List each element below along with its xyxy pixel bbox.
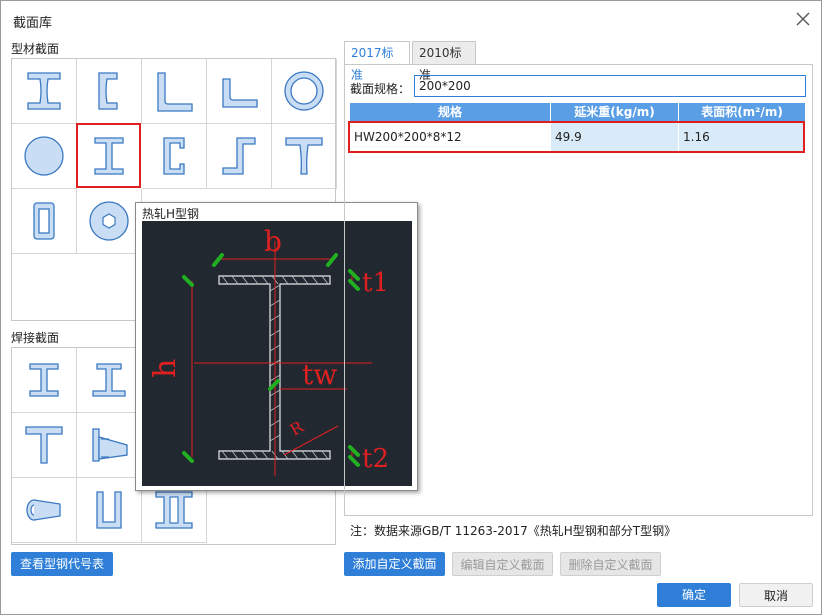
- z-section-cell[interactable]: [207, 124, 272, 189]
- delete-custom-section-button: 删除自定义截面: [560, 552, 661, 576]
- label-h: h: [148, 359, 183, 378]
- cancel-button[interactable]: 取消: [739, 583, 813, 607]
- label-r: R: [287, 417, 308, 440]
- c-channel-cell[interactable]: [142, 124, 207, 189]
- channel-icon: [98, 72, 118, 110]
- add-custom-section-button[interactable]: 添加自定义截面: [344, 552, 445, 576]
- welded-double-i-icon: [155, 491, 193, 529]
- column-header-spec[interactable]: 规格: [350, 103, 550, 122]
- welded-i-icon: [29, 363, 59, 397]
- equal-angle-icon: [157, 72, 193, 112]
- view-code-table-button[interactable]: 查看型钢代号表: [11, 552, 113, 576]
- hot-rolled-h-icon: [93, 136, 124, 175]
- channel-cell[interactable]: [77, 59, 142, 124]
- tab-2010-standard[interactable]: 2010标准: [412, 41, 476, 82]
- welded-cone-cell[interactable]: [12, 478, 77, 543]
- profile-section-label: 型材截面: [11, 42, 60, 56]
- z-section-icon: [222, 137, 256, 175]
- label-tw: tw: [302, 358, 337, 391]
- welded-t-icon: [25, 426, 63, 464]
- spec-filter-input[interactable]: 200*200: [414, 75, 806, 97]
- h-beam-icon: [27, 72, 61, 110]
- label-b: b: [264, 225, 282, 258]
- welded-i-cell[interactable]: [12, 348, 77, 413]
- hex-bar-cell[interactable]: [77, 189, 142, 254]
- pipe-cell[interactable]: [272, 59, 337, 124]
- dialog-title: 截面库: [13, 16, 53, 31]
- welded-tapered-i-icon: [92, 428, 128, 462]
- column-header-area[interactable]: 表面积(m²/m): [679, 103, 805, 122]
- t-section-icon: [285, 137, 323, 175]
- close-icon[interactable]: [794, 10, 812, 28]
- selected-row-highlight: [348, 121, 805, 153]
- hex-bar-icon: [89, 201, 129, 241]
- welded-i-asym-icon: [92, 363, 126, 397]
- h-beam-cell[interactable]: [12, 59, 77, 124]
- c-channel-icon: [163, 137, 185, 175]
- hot-rolled-h-cell[interactable]: [76, 123, 141, 188]
- rect-tube-cell[interactable]: [12, 189, 77, 254]
- preview-title: 热轧H型钢: [142, 207, 200, 221]
- column-header-weight[interactable]: 延米重(kg/m): [551, 103, 678, 122]
- unequal-angle-icon: [222, 78, 258, 108]
- round-bar-icon: [24, 136, 64, 176]
- unequal-angle-cell[interactable]: [207, 59, 272, 124]
- spec-filter-label: 截面规格：: [350, 82, 411, 96]
- data-source-note: 注：数据来源GB/T 11263-2017《热轧H型钢和部分T型钢》: [350, 524, 677, 538]
- welded-section-label: 焊接截面: [11, 331, 60, 345]
- title-bar: 截面库: [1, 1, 821, 37]
- tab-2017-standard[interactable]: 2017标准: [344, 41, 410, 82]
- welded-tapered-i-cell[interactable]: [77, 413, 142, 478]
- rect-tube-icon: [33, 202, 55, 240]
- ok-button[interactable]: 确定: [657, 583, 731, 607]
- round-bar-cell[interactable]: [12, 124, 77, 189]
- t-section-cell[interactable]: [272, 124, 337, 189]
- welded-u-box-cell[interactable]: [77, 478, 142, 543]
- welded-cone-icon: [26, 499, 61, 521]
- welded-u-box-icon: [96, 491, 122, 529]
- equal-angle-cell[interactable]: [142, 59, 207, 124]
- welded-i-asym-cell[interactable]: [77, 348, 142, 413]
- section-library-dialog: 截面库 型材截面 焊接截面 查看型钢代号表 热轧H型钢 b t1 h tw R …: [0, 0, 822, 615]
- pipe-icon: [284, 71, 324, 111]
- edit-custom-section-button: 编辑自定义截面: [452, 552, 553, 576]
- welded-t-cell[interactable]: [12, 413, 77, 478]
